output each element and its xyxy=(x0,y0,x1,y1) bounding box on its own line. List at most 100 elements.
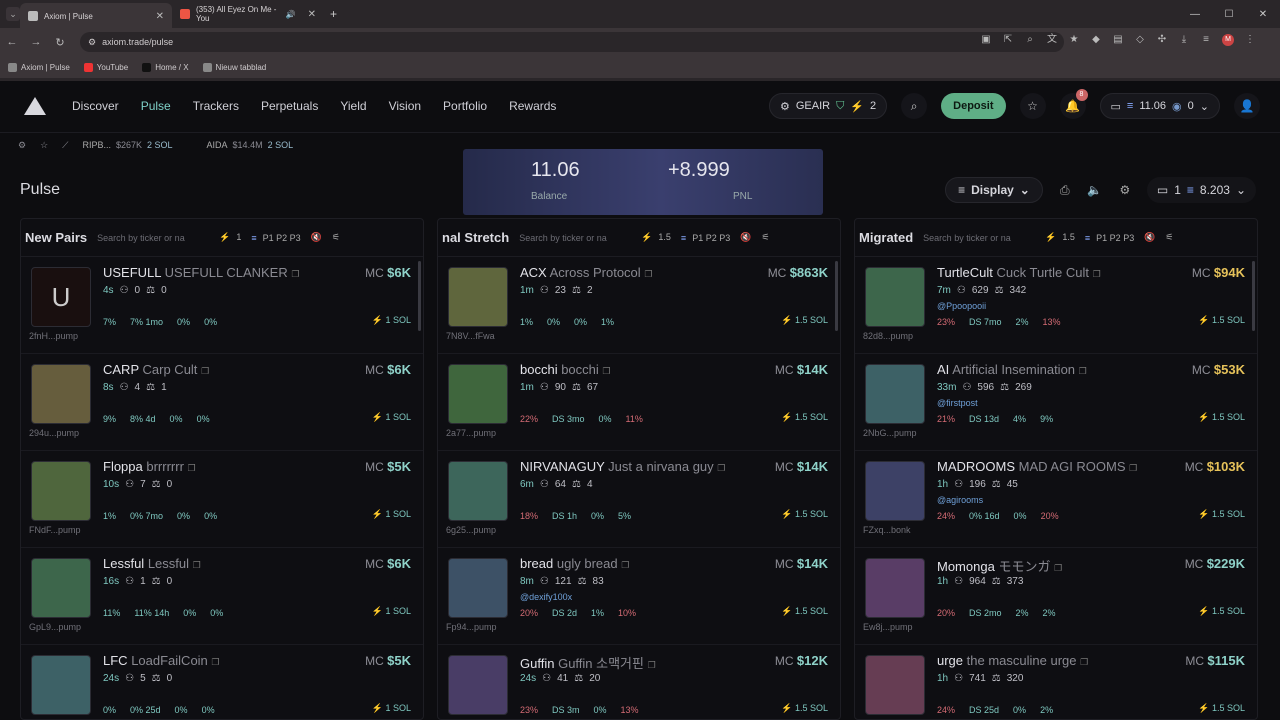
token-row[interactable]: FZxq...bonk MADROOMS MAD AGI ROOMS ❐ 1h ⚇… xyxy=(855,451,1257,548)
bolt-amount[interactable]: ⚡ 1.5 xyxy=(1045,232,1075,243)
url-field[interactable]: ⚙ axiom.trade/pulse xyxy=(80,32,1064,52)
nav-yield[interactable]: Yield xyxy=(340,99,366,113)
token-address[interactable]: 2a77...pump xyxy=(446,428,496,438)
token-name[interactable]: Momonga モモンガ ❐ xyxy=(937,556,1062,575)
token-row[interactable]: 7N8V...fFwa ACX Across Protocol ❐ 1m ⚇ 23 ⚖… xyxy=(438,257,840,354)
copy-icon[interactable]: ❐ xyxy=(1129,463,1137,473)
close-window-icon[interactable]: ✕ xyxy=(1246,9,1280,20)
settings-icon[interactable]: ⚙ xyxy=(18,140,26,151)
copy-icon[interactable]: ❐ xyxy=(1080,657,1088,667)
site-info-icon[interactable]: ⚙ xyxy=(88,37,96,48)
mute-icon[interactable]: 🔇 xyxy=(1144,232,1155,243)
back-icon[interactable]: ← xyxy=(0,36,24,48)
ticker-item[interactable]: AIDA $14.4M 2 SOL xyxy=(207,140,294,150)
bolt-amount[interactable]: ⚡ 1 xyxy=(219,232,241,243)
token-name[interactable]: TurtleCult Cuck Turtle Cult ❐ xyxy=(937,265,1101,280)
bell-icon[interactable]: 🔔 8 xyxy=(1059,89,1088,119)
quick-buy-button[interactable]: ⚡ 1 SOL xyxy=(372,315,411,326)
copy-icon[interactable]: ❐ xyxy=(291,269,299,279)
token-name[interactable]: USEFULL USEFULL CLANKER ❐ xyxy=(103,265,299,280)
token-row[interactable]: FNdF...pump Floppa brrrrrrr ❐ 10s ⚇ 7 ⚖ 0 1%… xyxy=(21,451,423,548)
tab-search-icon[interactable]: ⌄ xyxy=(6,7,20,21)
install-icon[interactable]: ⇱ xyxy=(1002,34,1014,46)
quick-buy-button[interactable]: ⚡ 1.5 SOL xyxy=(781,315,828,326)
download-icon[interactable]: ⤓ xyxy=(1178,34,1190,46)
bookmark-star-icon[interactable]: ★ xyxy=(1068,34,1080,46)
token-address[interactable]: 2fnH...pump xyxy=(29,331,78,341)
new-tab-button[interactable]: + xyxy=(330,7,337,21)
token-row[interactable]: 6g25...pump NIRVANAGUY Just a nirvana gu… xyxy=(438,451,840,548)
ticker-item[interactable]: RIPB... $267K 2 SOL xyxy=(82,140,172,150)
token-address[interactable]: 7N8V...fFwa xyxy=(446,331,495,341)
minimize-icon[interactable]: — xyxy=(1178,9,1212,20)
nav-discover[interactable]: Discover xyxy=(72,99,119,113)
filter-icon[interactable]: ⚟ xyxy=(332,232,340,243)
quick-buy-button[interactable]: ⚡ 1.5 SOL xyxy=(781,509,828,520)
quick-buy-button[interactable]: ⚡ 1 SOL xyxy=(372,703,411,714)
preset-selector[interactable]: ≡ P1 P2 P3 xyxy=(1085,233,1134,243)
twitter-handle[interactable]: @Ppoopooii xyxy=(937,301,986,311)
mute-icon[interactable]: 🔇 xyxy=(740,232,751,243)
zoom-icon[interactable]: ⌕ xyxy=(1024,34,1036,46)
token-address[interactable]: 82d8...pump xyxy=(863,331,913,341)
copy-icon[interactable]: ❐ xyxy=(1093,269,1101,279)
token-row[interactable]: LFC LoadFailCoin ❐ 24s ⚇ 5 ⚖ 0 0% 0% 25d 0% … xyxy=(21,645,423,719)
copy-icon[interactable]: ❐ xyxy=(644,269,652,279)
user-icon[interactable]: 👤 xyxy=(1234,93,1260,119)
token-name[interactable]: AI Artificial Insemination ❐ xyxy=(937,362,1087,377)
quick-buy-button[interactable]: ⚡ 1.5 SOL xyxy=(1198,606,1245,617)
bookmark-icon[interactable]: ⎙ xyxy=(1057,183,1073,198)
wallet-chip[interactable]: ▭ ≡ 11.06 ◉ 0 ⌄ xyxy=(1099,93,1220,119)
token-name[interactable]: CARP Carp Cult ❐ xyxy=(103,362,209,377)
profile-avatar[interactable]: M xyxy=(1222,34,1234,46)
quick-buy-button[interactable]: ⚡ 1.5 SOL xyxy=(1198,315,1245,326)
mute-icon[interactable]: 🔇 xyxy=(311,232,322,243)
token-address[interactable]: FZxq...bonk xyxy=(863,525,911,535)
bolt-amount[interactable]: ⚡ 1.5 xyxy=(641,232,671,243)
bookmark-item[interactable]: Home / X xyxy=(142,62,189,72)
quick-buy-button[interactable]: ⚡ 1.5 SOL xyxy=(781,412,828,423)
extension-icon[interactable]: ◆ xyxy=(1090,34,1102,46)
token-name[interactable]: LFC LoadFailCoin ❐ xyxy=(103,653,220,668)
maximize-icon[interactable]: ☐ xyxy=(1212,9,1246,20)
token-name[interactable]: bocchi bocchi ❐ xyxy=(520,362,610,377)
token-name[interactable]: Guffin Guffin 소맥거핀 ❐ xyxy=(520,653,656,672)
token-address[interactable]: GpL9...pump xyxy=(29,622,81,632)
token-name[interactable]: urge the masculine urge ❐ xyxy=(937,653,1088,668)
nav-perpetuals[interactable]: Perpetuals xyxy=(261,99,318,113)
token-address[interactable]: FNdF...pump xyxy=(29,525,81,535)
forward-icon[interactable]: → xyxy=(24,36,48,48)
token-row[interactable]: U 2fnH...pump USEFULL USEFULL CLANKER ❐ … xyxy=(21,257,423,354)
token-address[interactable]: Ew8j...pump xyxy=(863,622,913,632)
volume-icon[interactable]: 🔈 xyxy=(1087,183,1103,197)
token-name[interactable]: MADROOMS MAD AGI ROOMS ❐ xyxy=(937,459,1137,474)
quick-buy-button[interactable]: ⚡ 1 SOL xyxy=(372,606,411,617)
nav-trackers[interactable]: Trackers xyxy=(193,99,239,113)
token-row[interactable]: GpL9...pump Lessful Lessful ❐ 16s ⚇ 1 ⚖ 0 11… xyxy=(21,548,423,645)
twitter-handle[interactable]: @agirooms xyxy=(937,495,983,505)
token-name[interactable]: NIRVANAGUY Just a nirvana guy ❐ xyxy=(520,459,725,474)
nav-vision[interactable]: Vision xyxy=(389,99,421,113)
copy-icon[interactable]: ❐ xyxy=(188,463,196,473)
preset-selector[interactable]: ≡ P1 P2 P3 xyxy=(251,233,300,243)
copy-icon[interactable]: ❐ xyxy=(621,560,629,570)
settings-icon[interactable]: ⚙ xyxy=(1117,183,1133,197)
token-name[interactable]: bread ugly bread ❐ xyxy=(520,556,629,571)
token-address[interactable]: 294u...pump xyxy=(29,428,79,438)
nav-pulse[interactable]: Pulse xyxy=(141,99,171,113)
reading-list-icon[interactable]: ≡ xyxy=(1200,34,1212,46)
twitter-handle[interactable]: @firstpost xyxy=(937,398,978,408)
speaker-icon[interactable]: 🔊 xyxy=(286,10,296,19)
column-search-input[interactable]: Search by ticker or na xyxy=(519,233,631,243)
close-icon[interactable]: ✕ xyxy=(156,11,164,22)
token-row[interactable]: Ew8j...pump Momonga モモンガ ❐ 1h ⚇ 964 ⚖ 373 20… xyxy=(855,548,1257,645)
kebab-menu-icon[interactable]: ⋮ xyxy=(1244,34,1256,46)
copy-icon[interactable]: ❐ xyxy=(1054,563,1062,573)
quick-buy-button[interactable]: ⚡ 1.5 SOL xyxy=(1198,412,1245,423)
star-icon[interactable]: ☆ xyxy=(1019,93,1046,119)
twitter-handle[interactable]: @dexify100x xyxy=(520,592,572,602)
token-row[interactable]: 82d8...pump TurtleCult Cuck Turtle Cult … xyxy=(855,257,1257,354)
quick-buy-button[interactable]: ⚡ 1 SOL xyxy=(372,509,411,520)
column-search-input[interactable]: Search by ticker or na xyxy=(923,233,1035,243)
deposit-button[interactable]: Deposit xyxy=(941,93,1006,119)
